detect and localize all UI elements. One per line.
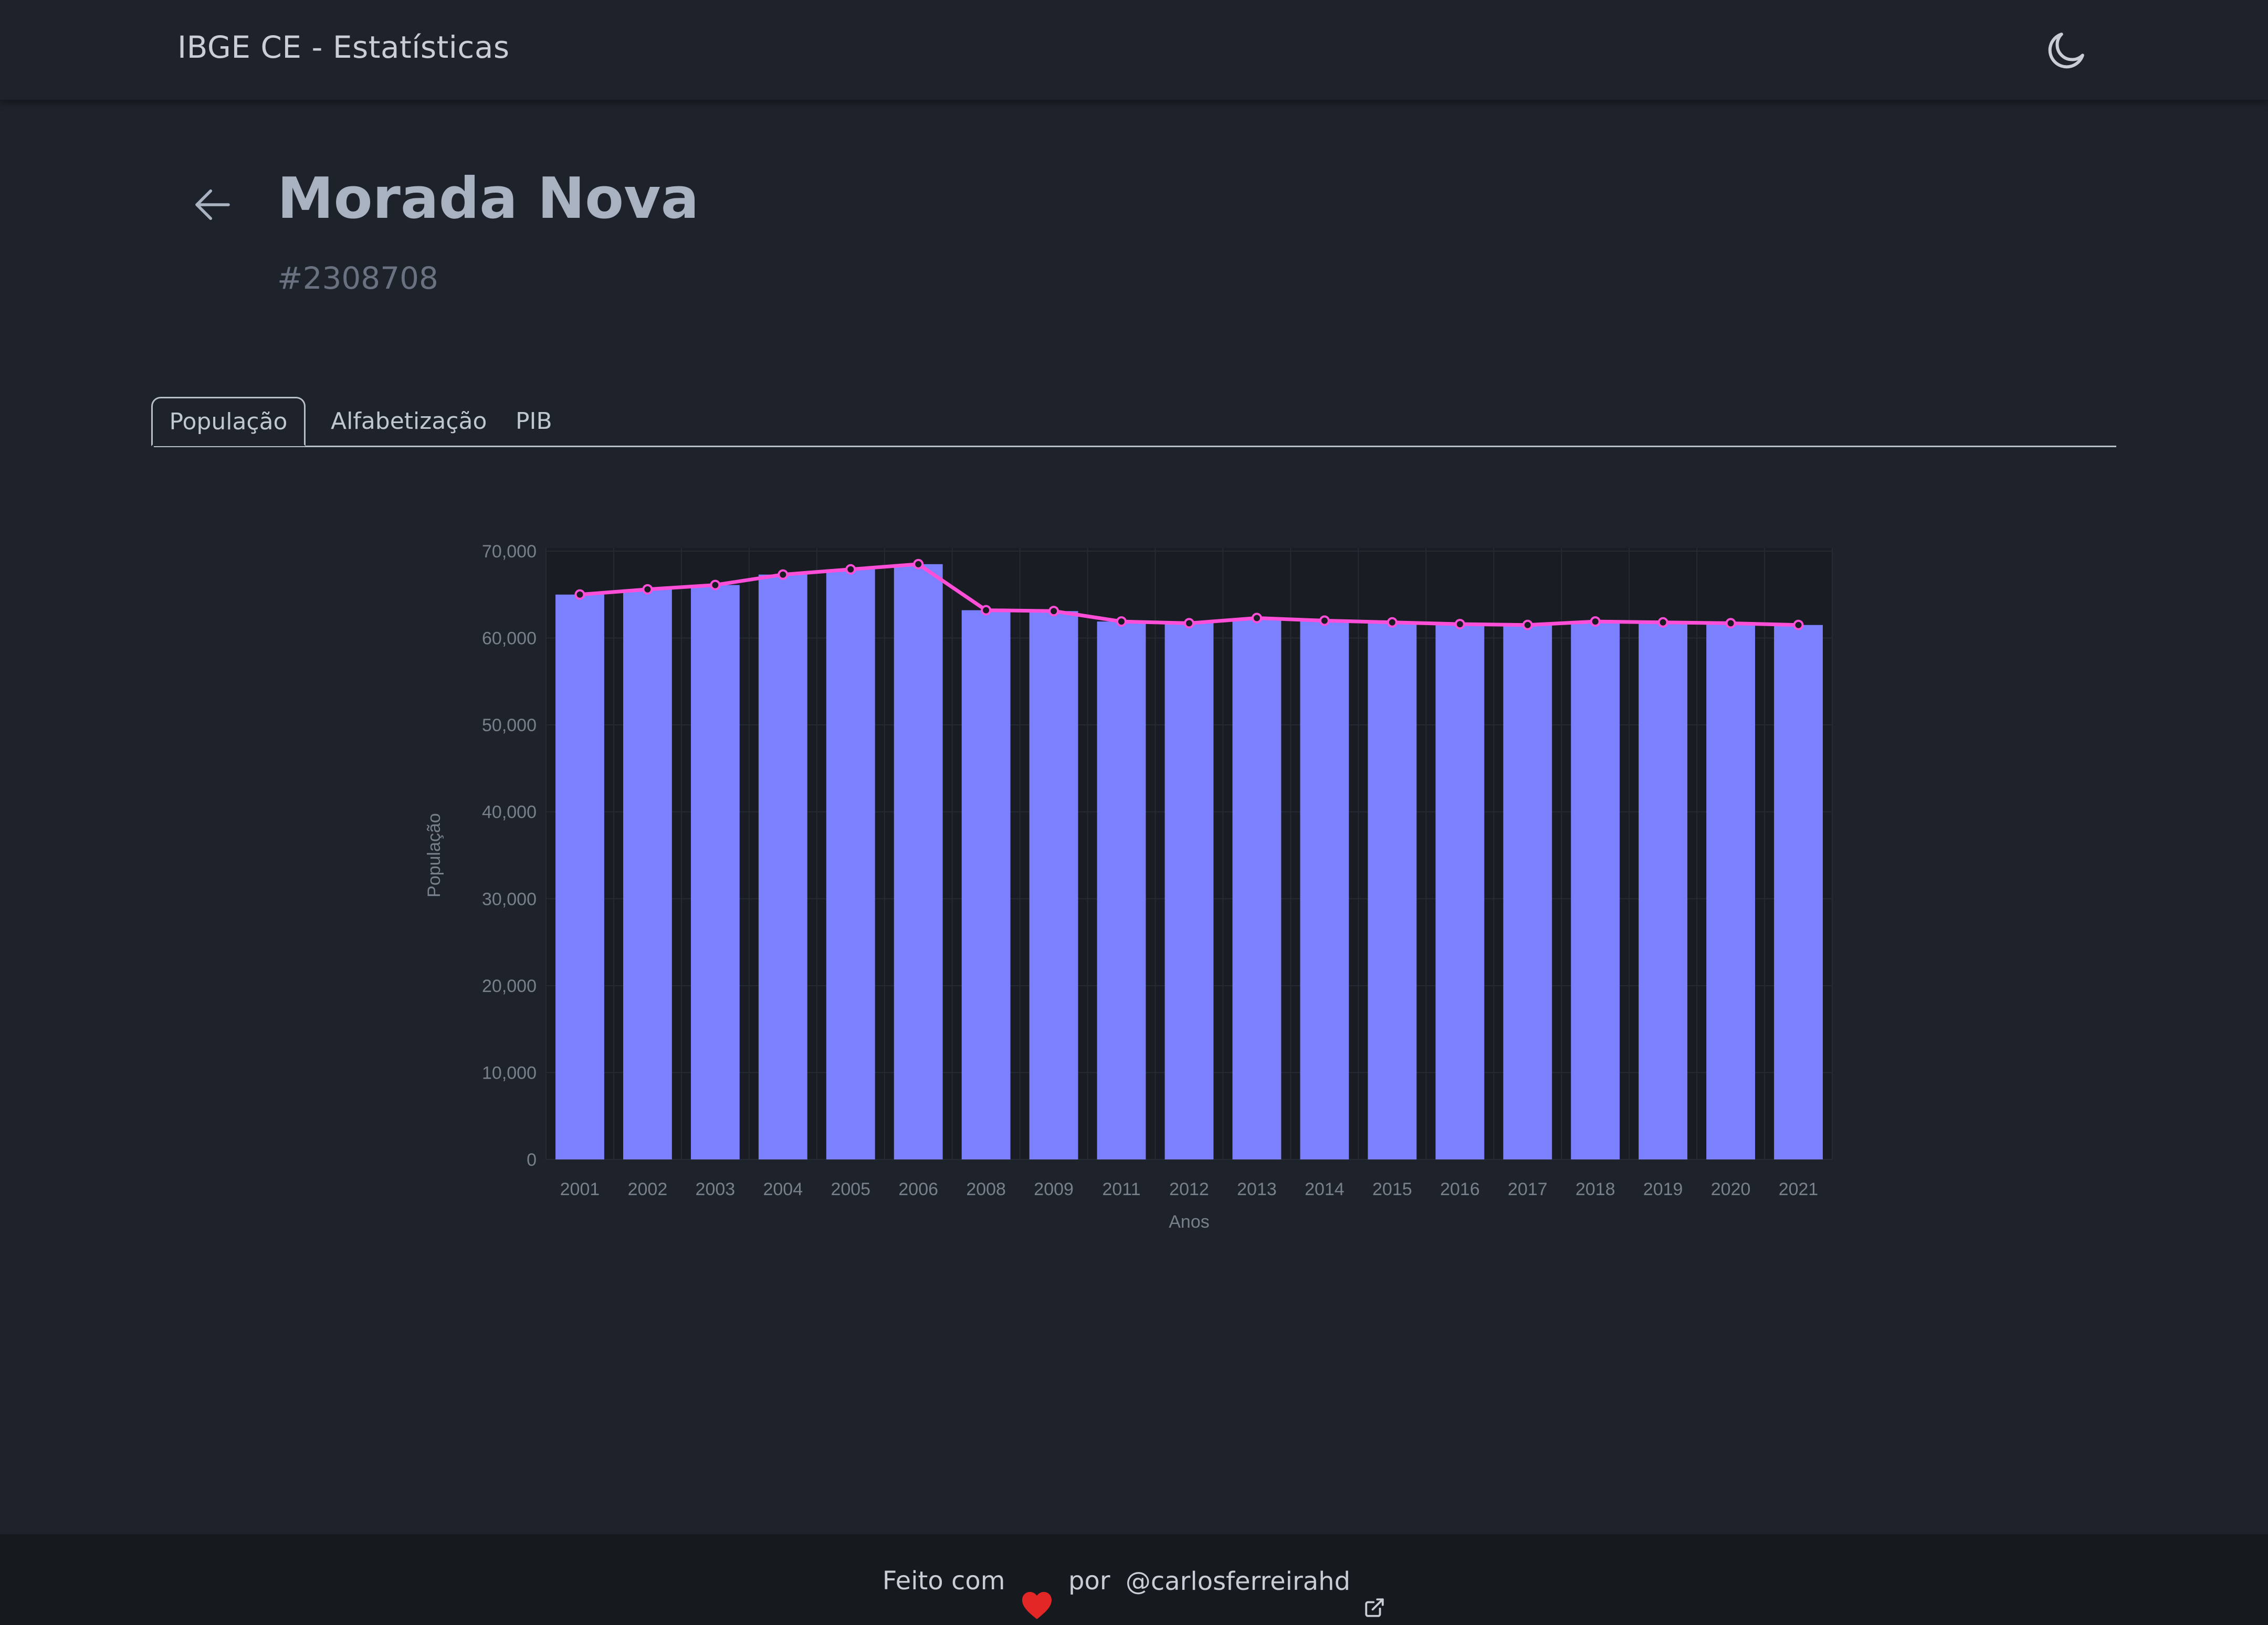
bar-2001 xyxy=(555,594,604,1159)
x-tick-label: 2018 xyxy=(1576,1179,1615,1199)
y-tick-label: 60,000 xyxy=(482,629,537,649)
bar-2005 xyxy=(826,569,875,1159)
bar-2011 xyxy=(1097,621,1146,1159)
line-point-2021 xyxy=(1793,619,1804,630)
line-point-2011 xyxy=(1116,616,1127,627)
population-chart: 0 10,000 20,000 30,000 40,000 50,000 60,000 70,… xyxy=(424,542,1833,1232)
bar-2017 xyxy=(1503,625,1552,1159)
x-tick-label: 2004 xyxy=(763,1179,803,1199)
bar-2013 xyxy=(1232,618,1282,1159)
x-tick-label: 2017 xyxy=(1508,1179,1548,1199)
line-point-2012 xyxy=(1184,618,1194,629)
x-tick-label: 2021 xyxy=(1779,1179,1819,1199)
app-root: IBGE CE - Estatísticas Morada Nova #2308… xyxy=(0,0,2268,1625)
y-tick-label: 10,000 xyxy=(482,1063,537,1083)
line-point-2001 xyxy=(574,589,585,600)
arrow-left-icon xyxy=(195,189,230,220)
line-point-2009 xyxy=(1048,606,1059,617)
y-tick-label: 0 xyxy=(527,1150,537,1170)
x-tick-label: 2013 xyxy=(1237,1179,1277,1199)
y-tick-label: 30,000 xyxy=(482,889,537,909)
bar-2021 xyxy=(1774,625,1823,1159)
bar-2018 xyxy=(1571,621,1620,1159)
x-tick-label: 2002 xyxy=(628,1179,668,1199)
author-link[interactable]: @carlosferreirahd xyxy=(1118,1535,1385,1625)
x-axis-title: Anos xyxy=(1169,1212,1210,1232)
bar-2019 xyxy=(1639,622,1688,1159)
bar-2012 xyxy=(1164,623,1214,1159)
heart-icon xyxy=(1021,1566,1053,1619)
y-tick-label: 20,000 xyxy=(482,976,537,996)
bar-2020 xyxy=(1706,623,1755,1159)
line-point-2014 xyxy=(1319,615,1330,626)
x-tick-label: 2001 xyxy=(560,1179,600,1199)
line-point-2018 xyxy=(1590,616,1601,627)
footer-by: por xyxy=(1068,1566,1110,1596)
footer-made-with: Feito com xyxy=(882,1566,1005,1596)
tab-bar: População Alfabetização PIB xyxy=(151,397,2116,447)
bar-2002 xyxy=(623,589,672,1159)
line-point-2019 xyxy=(1657,617,1668,628)
y-tick-label: 40,000 xyxy=(482,803,537,822)
bar-2015 xyxy=(1368,622,1417,1159)
line-point-2015 xyxy=(1387,617,1398,628)
back-button[interactable] xyxy=(189,181,236,228)
x-tick-label: 2015 xyxy=(1372,1179,1412,1199)
tab-alfabetizacao[interactable]: Alfabetização xyxy=(331,397,487,446)
line-point-2008 xyxy=(981,605,992,616)
bar-2009 xyxy=(1029,611,1078,1159)
bar-2004 xyxy=(758,574,807,1159)
x-tick-label: 2005 xyxy=(831,1179,870,1199)
footer: Feito com por @carlosferreirahd xyxy=(0,1534,2268,1625)
line-point-2002 xyxy=(642,584,653,595)
x-tick-label: 2008 xyxy=(966,1179,1006,1199)
y-axis-title: População xyxy=(424,813,444,898)
line-point-2017 xyxy=(1522,619,1533,630)
line-point-2016 xyxy=(1454,619,1465,630)
line-point-2004 xyxy=(778,569,789,580)
line-point-2003 xyxy=(710,579,721,590)
y-tick-label: 50,000 xyxy=(482,715,537,735)
x-tick-label: 2020 xyxy=(1711,1179,1751,1199)
tab-populacao[interactable]: População xyxy=(151,397,306,446)
line-point-2006 xyxy=(913,558,924,569)
tab-pib[interactable]: PIB xyxy=(516,397,552,446)
bar-2008 xyxy=(961,610,1011,1159)
bar-2003 xyxy=(690,585,740,1159)
author-handle: @carlosferreirahd xyxy=(1125,1566,1351,1596)
x-tick-label: 2003 xyxy=(696,1179,736,1199)
bar-2014 xyxy=(1300,620,1349,1159)
external-link-icon xyxy=(1363,1565,1385,1617)
moon-icon xyxy=(2048,33,2084,69)
page-title: Morada Nova xyxy=(277,166,699,231)
bar-2006 xyxy=(894,564,943,1159)
line-point-2020 xyxy=(1725,618,1736,629)
x-tick-label: 2014 xyxy=(1305,1179,1345,1199)
x-tick-label: 2009 xyxy=(1034,1179,1074,1199)
municipality-code: #2308708 xyxy=(277,260,438,296)
y-tick-label: 70,000 xyxy=(482,542,537,562)
theme-toggle-button[interactable] xyxy=(2042,27,2090,75)
top-navbar: IBGE CE - Estatísticas xyxy=(0,0,2268,100)
brand-title[interactable]: IBGE CE - Estatísticas xyxy=(177,29,510,65)
x-tick-label: 2011 xyxy=(1102,1179,1140,1199)
x-tick-label: 2019 xyxy=(1643,1179,1683,1199)
line-point-2005 xyxy=(845,564,856,575)
x-tick-label: 2006 xyxy=(898,1179,938,1199)
x-tick-label: 2016 xyxy=(1440,1179,1480,1199)
x-tick-label: 2012 xyxy=(1169,1179,1209,1199)
bar-2016 xyxy=(1435,624,1485,1159)
line-point-2013 xyxy=(1251,613,1262,624)
